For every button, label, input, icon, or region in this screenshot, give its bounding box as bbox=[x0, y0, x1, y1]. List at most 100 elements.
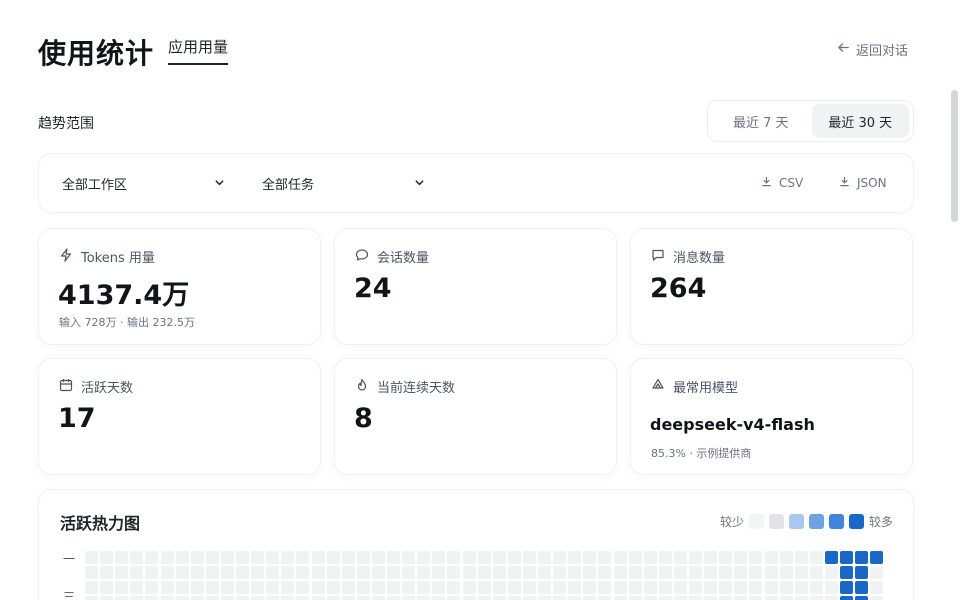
heatmap-cell[interactable] bbox=[840, 551, 853, 564]
heatmap-cell[interactable] bbox=[734, 581, 748, 595]
heatmap-cell[interactable] bbox=[643, 596, 657, 600]
heatmap-cell[interactable] bbox=[205, 566, 219, 580]
heatmap-cell[interactable] bbox=[115, 596, 129, 600]
heatmap-cell[interactable] bbox=[643, 566, 657, 580]
heatmap-cell[interactable] bbox=[220, 551, 234, 564]
heatmap-cell[interactable] bbox=[281, 566, 295, 580]
heatmap-cell[interactable] bbox=[402, 551, 416, 564]
heatmap-cell[interactable] bbox=[855, 551, 869, 564]
heatmap-cell[interactable] bbox=[719, 551, 733, 564]
heatmap-cell[interactable] bbox=[281, 551, 295, 564]
heatmap-cell[interactable] bbox=[704, 566, 718, 580]
heatmap-cell[interactable] bbox=[341, 551, 355, 564]
workspace-select[interactable]: 全部工作区 bbox=[62, 174, 227, 193]
heatmap-cell[interactable] bbox=[356, 551, 370, 564]
heatmap-cell[interactable] bbox=[719, 596, 733, 600]
heatmap-cell[interactable] bbox=[522, 551, 536, 564]
heatmap-cell[interactable] bbox=[85, 581, 98, 595]
heatmap-cell[interactable] bbox=[220, 566, 234, 580]
heatmap-cell[interactable] bbox=[794, 581, 808, 595]
heatmap-cell[interactable] bbox=[130, 566, 144, 580]
heatmap-cell[interactable] bbox=[417, 551, 431, 564]
heatmap-cell[interactable] bbox=[583, 581, 597, 595]
heatmap-cell[interactable] bbox=[749, 581, 763, 595]
heatmap-cell[interactable] bbox=[160, 551, 174, 564]
heatmap-cell[interactable] bbox=[175, 551, 189, 564]
heatmap-cell[interactable] bbox=[417, 596, 431, 600]
heatmap-cell[interactable] bbox=[779, 596, 793, 600]
heatmap-cell[interactable] bbox=[764, 581, 778, 595]
heatmap-cell[interactable] bbox=[281, 581, 295, 595]
heatmap-cell[interactable] bbox=[507, 566, 521, 580]
heatmap-cell[interactable] bbox=[734, 551, 748, 564]
heatmap-cell[interactable] bbox=[85, 551, 98, 564]
heatmap-cell[interactable] bbox=[115, 581, 129, 595]
heatmap-cell[interactable] bbox=[175, 566, 189, 580]
heatmap-cell[interactable] bbox=[417, 566, 431, 580]
heatmap-cell[interactable] bbox=[507, 581, 521, 595]
heatmap-cell[interactable] bbox=[553, 551, 567, 564]
heatmap-cell[interactable] bbox=[809, 551, 823, 564]
heatmap-cell[interactable] bbox=[311, 581, 325, 595]
heatmap-cell[interactable] bbox=[462, 566, 476, 580]
heatmap-cell[interactable] bbox=[130, 551, 144, 564]
heatmap-cell[interactable] bbox=[779, 566, 793, 580]
heatmap-cell[interactable] bbox=[840, 566, 853, 580]
heatmap-cell[interactable] bbox=[628, 581, 642, 595]
heatmap-cell[interactable] bbox=[281, 596, 295, 600]
heatmap-cell[interactable] bbox=[447, 596, 461, 600]
heatmap-cell[interactable] bbox=[462, 581, 476, 595]
heatmap-cell[interactable] bbox=[296, 551, 310, 564]
heatmap-cell[interactable] bbox=[356, 596, 370, 600]
heatmap-cell[interactable] bbox=[824, 596, 838, 600]
heatmap-cell[interactable] bbox=[855, 581, 869, 595]
heatmap-cell[interactable] bbox=[387, 566, 400, 580]
heatmap-cell[interactable] bbox=[507, 551, 521, 564]
heatmap-cell[interactable] bbox=[855, 566, 869, 580]
heatmap-cell[interactable] bbox=[628, 566, 642, 580]
heatmap-cell[interactable] bbox=[764, 596, 778, 600]
heatmap-cell[interactable] bbox=[704, 551, 718, 564]
heatmap-cell[interactable] bbox=[220, 581, 234, 595]
heatmap-cell[interactable] bbox=[673, 566, 687, 580]
heatmap-cell[interactable] bbox=[809, 596, 823, 600]
heatmap-cell[interactable] bbox=[538, 551, 551, 564]
heatmap-cell[interactable] bbox=[341, 596, 355, 600]
heatmap-cell[interactable] bbox=[100, 581, 114, 595]
heatmap-cell[interactable] bbox=[371, 551, 385, 564]
heatmap-cell[interactable] bbox=[749, 566, 763, 580]
heatmap-cell[interactable] bbox=[673, 581, 687, 595]
heatmap-cell[interactable] bbox=[236, 551, 249, 564]
heatmap-cell[interactable] bbox=[417, 581, 431, 595]
heatmap-cell[interactable] bbox=[326, 596, 340, 600]
heatmap-cell[interactable] bbox=[387, 596, 400, 600]
heatmap-cell[interactable] bbox=[130, 581, 144, 595]
heatmap-cell[interactable] bbox=[402, 566, 416, 580]
heatmap-cell[interactable] bbox=[205, 581, 219, 595]
heatmap-cell[interactable] bbox=[447, 551, 461, 564]
heatmap-cell[interactable] bbox=[432, 581, 446, 595]
heatmap-cell[interactable] bbox=[266, 551, 280, 564]
heatmap-cell[interactable] bbox=[266, 566, 280, 580]
heatmap-cell[interactable] bbox=[85, 596, 98, 600]
heatmap-cell[interactable] bbox=[583, 551, 597, 564]
heatmap-cell[interactable] bbox=[704, 581, 718, 595]
heatmap-cell[interactable] bbox=[145, 581, 159, 595]
heatmap-cell[interactable] bbox=[583, 596, 597, 600]
heatmap-cell[interactable] bbox=[553, 566, 567, 580]
heatmap-cell[interactable] bbox=[824, 581, 838, 595]
heatmap-cell[interactable] bbox=[356, 581, 370, 595]
heatmap-cell[interactable] bbox=[251, 551, 265, 564]
heatmap-cell[interactable] bbox=[130, 596, 144, 600]
heatmap-cell[interactable] bbox=[462, 596, 476, 600]
heatmap-cell[interactable] bbox=[870, 551, 884, 564]
heatmap-cell[interactable] bbox=[870, 581, 884, 595]
heatmap-cell[interactable] bbox=[719, 566, 733, 580]
heatmap-cell[interactable] bbox=[190, 551, 204, 564]
heatmap-cell[interactable] bbox=[643, 551, 657, 564]
heatmap-cell[interactable] bbox=[220, 596, 234, 600]
export-csv-button[interactable]: CSV bbox=[761, 176, 803, 190]
heatmap-cell[interactable] bbox=[447, 581, 461, 595]
heatmap-cell[interactable] bbox=[613, 581, 627, 595]
heatmap-cell[interactable] bbox=[477, 551, 491, 564]
